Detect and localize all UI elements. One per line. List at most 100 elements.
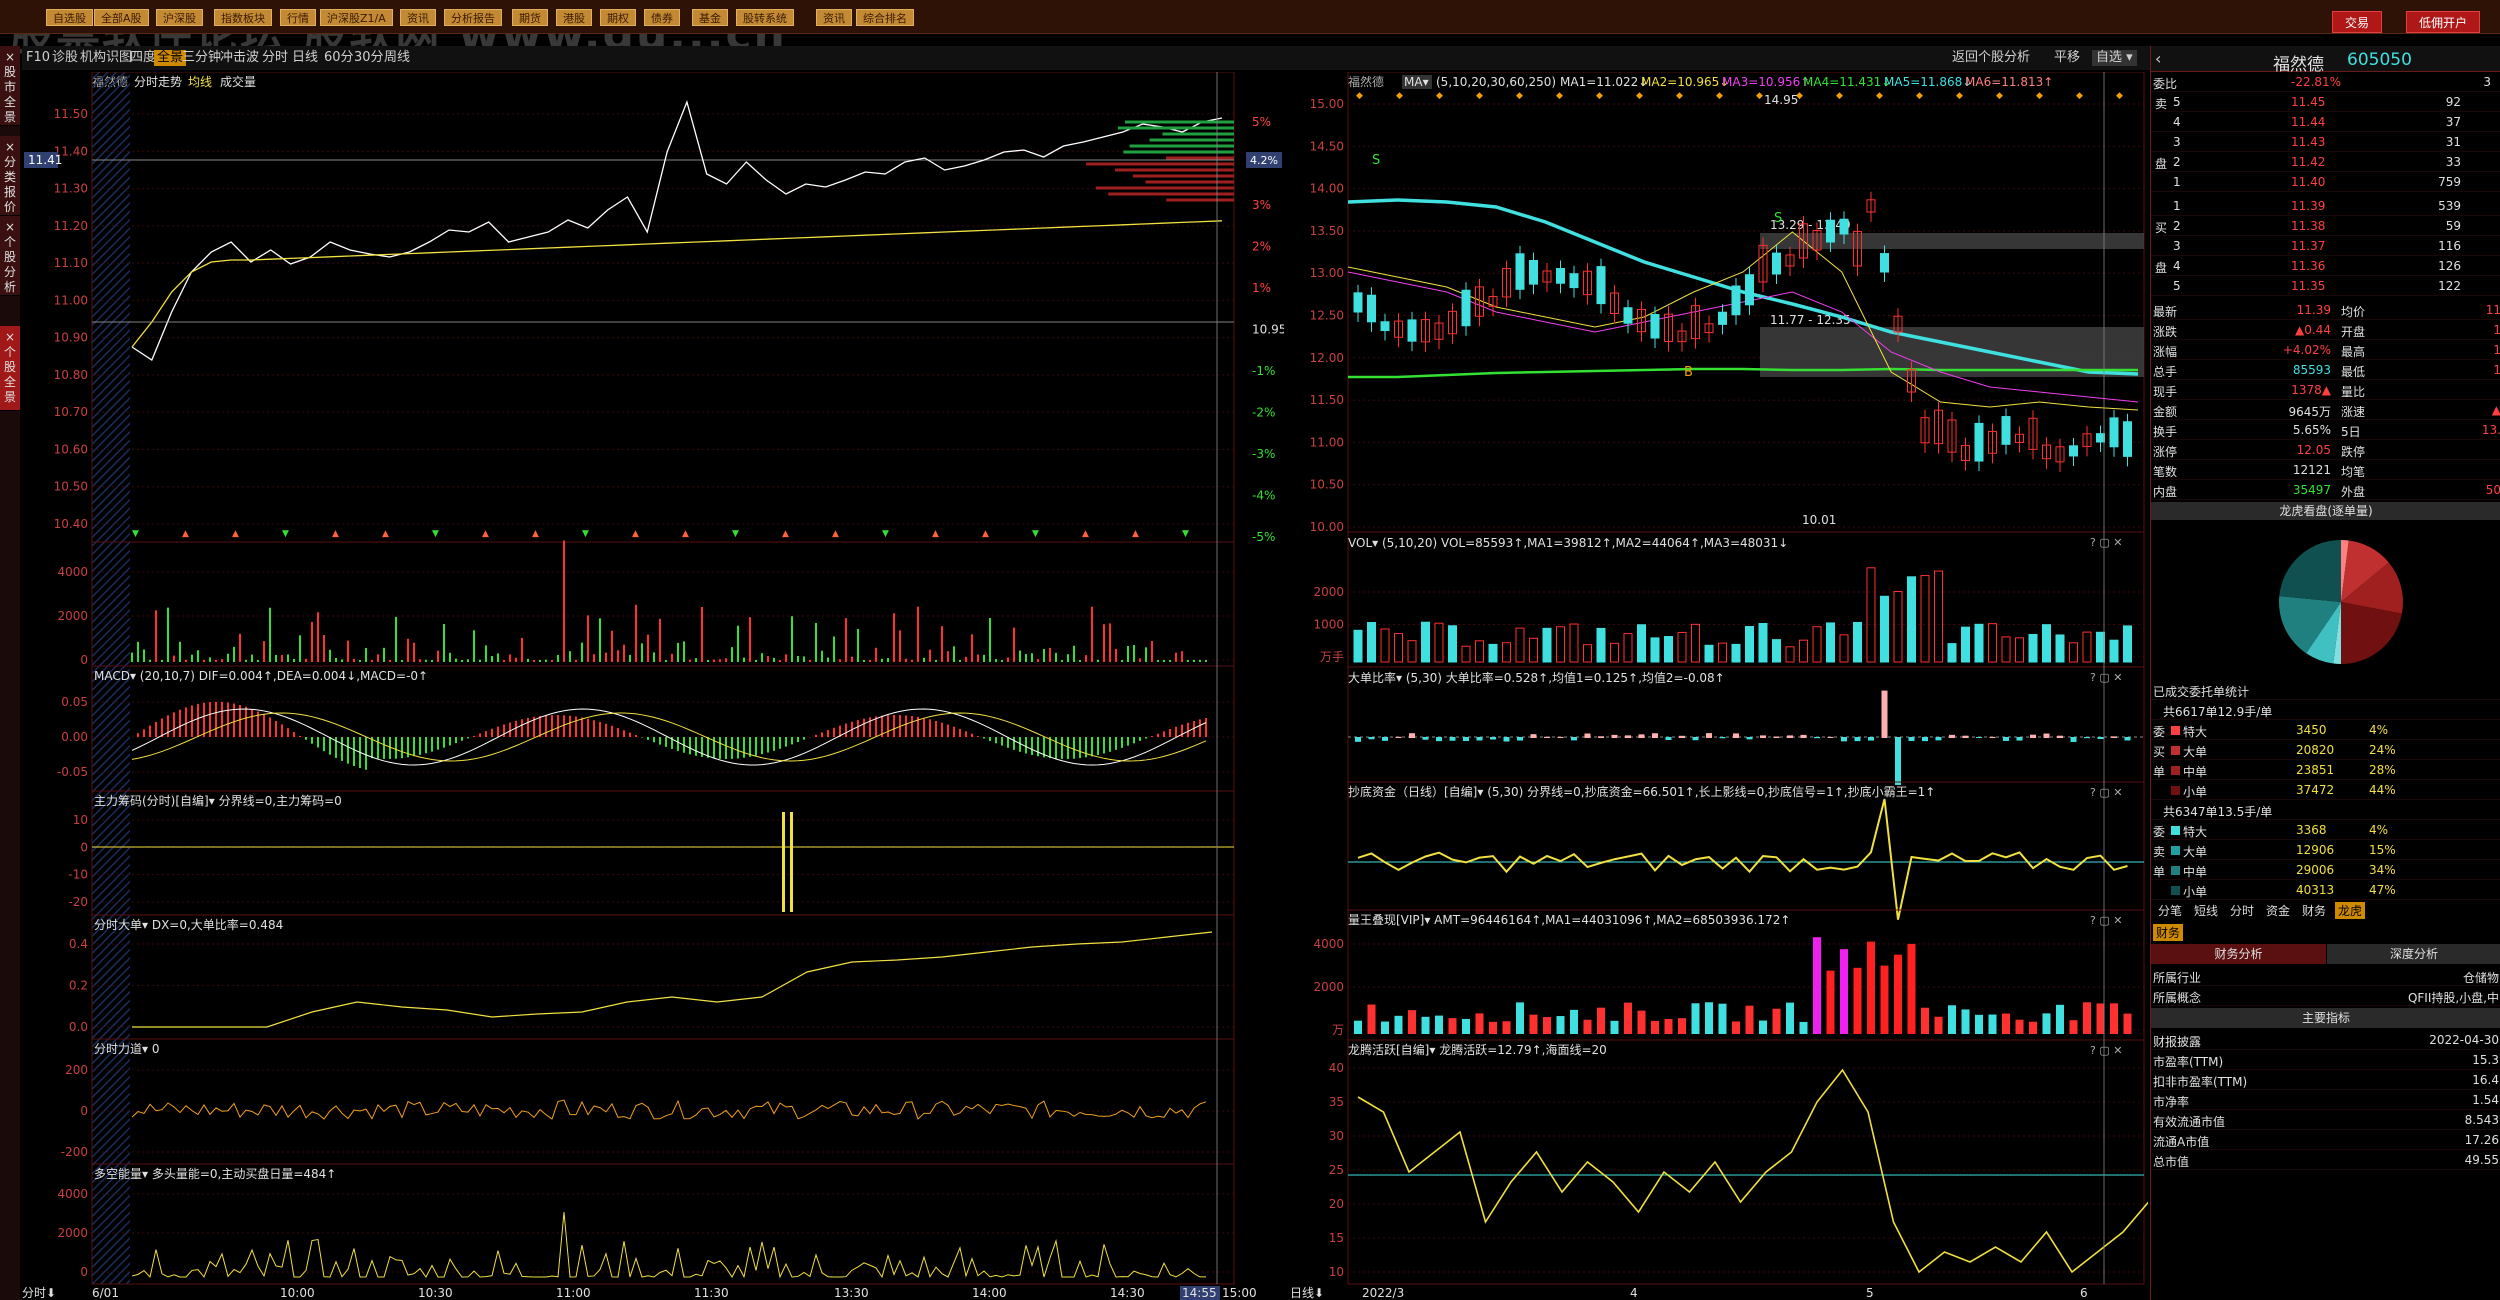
toolbar-tab[interactable]: 识图 xyxy=(106,50,132,66)
top-menu-item[interactable]: 基金 xyxy=(692,9,728,26)
toolbar-tab[interactable]: 30分 xyxy=(354,50,384,66)
top-menu-item[interactable]: 资讯 xyxy=(400,9,436,26)
quote-tab[interactable]: 分时 xyxy=(2227,902,2257,919)
top-menu-item[interactable]: 沪深股 xyxy=(156,9,203,26)
signal-b: B xyxy=(1684,365,1693,380)
panel-controls[interactable]: ? ▢ ✕ xyxy=(2090,536,2122,549)
price-tick: 11.50 xyxy=(54,107,88,121)
toolbar-tab[interactable]: 三分钟 xyxy=(182,50,221,66)
svg-text:▲: ▲ xyxy=(232,529,239,539)
daily-vol-tick: 1000 xyxy=(1313,618,1344,632)
finance-tab[interactable]: 财务 xyxy=(2153,924,2184,941)
svg-text:◆: ◆ xyxy=(1516,91,1523,101)
intraday-chart-area[interactable]: 福然德分时走势均线成交量11.5011.4011.3011.2011.1011.… xyxy=(22,72,1284,1300)
chips-tick: -20 xyxy=(68,895,88,909)
fin-analysis-tab[interactable]: 财务分析 xyxy=(2151,944,2326,964)
top-menu-item[interactable]: 港股 xyxy=(556,9,592,26)
quote-row: 5 11.35 122 xyxy=(2151,278,2500,296)
toolbar-tab[interactable]: F10 xyxy=(26,50,50,66)
top-menu-item[interactable]: 债券 xyxy=(644,9,680,26)
svg-text:▼: ▼ xyxy=(732,529,739,539)
quote-row: 现手 1378▲ 量比 xyxy=(2151,382,2500,400)
svg-text:▲: ▲ xyxy=(982,529,989,539)
price-tick: 11.30 xyxy=(54,182,88,196)
price-tick: 10.50 xyxy=(54,480,88,494)
quote-row: 最新 11.39 均价 11 xyxy=(2151,303,2500,320)
deep-analysis-tab[interactable]: 深度分析 xyxy=(2327,944,2500,964)
panel-controls[interactable]: ? ▢ ✕ xyxy=(2090,914,2122,927)
daily-price-tick: 10.50 xyxy=(1310,478,1344,492)
top-menu-item[interactable]: 综合排名 xyxy=(856,9,914,26)
current-pct: 4.2% xyxy=(1250,154,1278,167)
svg-text:◆: ◆ xyxy=(1836,91,1843,101)
date-tick: 2022/3 xyxy=(1362,1286,1404,1300)
svg-text:▼: ▼ xyxy=(132,529,139,539)
watchlist-select[interactable]: 自选 ▾ xyxy=(2092,50,2137,66)
open-account-button[interactable]: 低佣开户 xyxy=(2406,11,2481,33)
time-tick: 10:00 xyxy=(280,1286,315,1300)
quote-tab[interactable]: 龙虎 xyxy=(2335,902,2366,919)
price-tick: 10.40 xyxy=(54,517,88,531)
toolbar-tab[interactable]: 冲击波 xyxy=(220,50,259,66)
quote-tab[interactable]: 财务 xyxy=(2299,902,2329,919)
back-arrow-icon[interactable]: ‹ xyxy=(2155,49,2161,68)
toolbar-tab[interactable]: 分时 xyxy=(262,50,288,66)
macd-tick: -0.05 xyxy=(57,765,88,779)
top-menu-item[interactable]: 资讯 xyxy=(816,9,852,26)
ma-value: MA6=11.813↑ xyxy=(1965,75,2053,89)
top-menu-item[interactable]: 沪深股Z1/A xyxy=(320,9,393,26)
toolbar-tab[interactable]: 日线 xyxy=(292,50,318,66)
toolbar-tab[interactable]: 机构 xyxy=(80,50,106,66)
quote-tab[interactable]: 资金 xyxy=(2263,902,2293,919)
quote-tab[interactable]: 分笔 xyxy=(2155,902,2185,919)
toolbar-tab[interactable]: 诊股 xyxy=(52,50,78,66)
intraday-mode: 分时走势 xyxy=(134,75,182,89)
toolbar-tab[interactable]: 四度 xyxy=(130,50,156,66)
quote-row: 4 11.44 37 xyxy=(2151,114,2500,132)
current-price: 11.41 xyxy=(28,153,62,167)
top-menu-item[interactable]: 全部A股 xyxy=(94,9,149,26)
daily-price-tick: 11.00 xyxy=(1310,435,1344,449)
panel-controls[interactable]: ? ▢ ✕ xyxy=(2090,786,2122,799)
ma-selector: MA▾ xyxy=(1404,75,1429,89)
toolbar-tab[interactable]: 60分 xyxy=(324,50,354,66)
quote-row: 小单 40313 47% xyxy=(2151,882,2500,900)
top-menu-item[interactable]: 期货 xyxy=(512,9,548,26)
quote-row: 已成交委托单统计 xyxy=(2151,682,2500,700)
panel-controls[interactable]: ? ▢ ✕ xyxy=(2090,671,2122,684)
top-menu-item[interactable]: 股转系统 xyxy=(736,9,794,26)
top-menu-item[interactable]: 自选股 xyxy=(46,9,93,26)
main-chips-panel xyxy=(91,790,1235,916)
top-menu-bar: 自选股 全部A股 沪深股 指数板块 行情 沪深股Z1/A 资讯 分析报告 期货 港股 期权 债券 基金股… xyxy=(0,0,2500,34)
legend-swatch xyxy=(2171,726,2180,735)
svg-text:◆: ◆ xyxy=(1676,91,1683,101)
trade-button[interactable]: 交易 xyxy=(2332,11,2383,33)
legend-swatch xyxy=(2171,866,2180,875)
top-menu-item[interactable]: 指数板块 xyxy=(214,9,272,26)
pan-button[interactable]: 平移 xyxy=(2054,50,2080,66)
svg-text:▼: ▼ xyxy=(1182,529,1189,539)
daily-price-tick: 14.00 xyxy=(1310,182,1344,196)
svg-text:◆: ◆ xyxy=(1356,91,1363,101)
left-tab[interactable]: × 股 市 全 景 xyxy=(0,46,20,126)
vol-tick: 4000 xyxy=(57,565,88,579)
svg-text:▲: ▲ xyxy=(932,529,939,539)
low-label: 10.01 xyxy=(1802,513,1836,527)
top-menu-item[interactable]: 期权 xyxy=(600,9,636,26)
time-tick: 14:30 xyxy=(1110,1286,1145,1300)
legend-swatch xyxy=(2171,826,2180,835)
daily-chart-area[interactable]: 福然德 MA▾ (5,10,20,30,60,250) MA1=11.022↓MA2=… xyxy=(1290,72,2148,1300)
top-menu-item[interactable]: 行情 xyxy=(280,9,316,26)
quote-tab[interactable]: 短线 xyxy=(2191,902,2221,919)
panel-controls[interactable]: ? ▢ ✕ xyxy=(2090,1044,2122,1057)
left-tab[interactable]: × 个 股 分 析 xyxy=(0,216,20,296)
top-menu-item[interactable]: 分析报告 xyxy=(444,9,502,26)
quote-row: 3 11.37 116 xyxy=(2151,238,2500,256)
left-tab[interactable]: × 个 股 全 景 xyxy=(0,326,20,411)
time-tick: 13:30 xyxy=(834,1286,869,1300)
quote-row: 3 11.43 31 xyxy=(2151,134,2500,152)
back-to-analysis-button[interactable]: 返回个股分析 xyxy=(1952,50,2030,66)
toolbar-tab[interactable]: 周线 xyxy=(384,50,410,66)
left-tab[interactable]: × 分 类 报 价 xyxy=(0,136,20,216)
pct-tick: 10.95 xyxy=(1252,323,1284,337)
